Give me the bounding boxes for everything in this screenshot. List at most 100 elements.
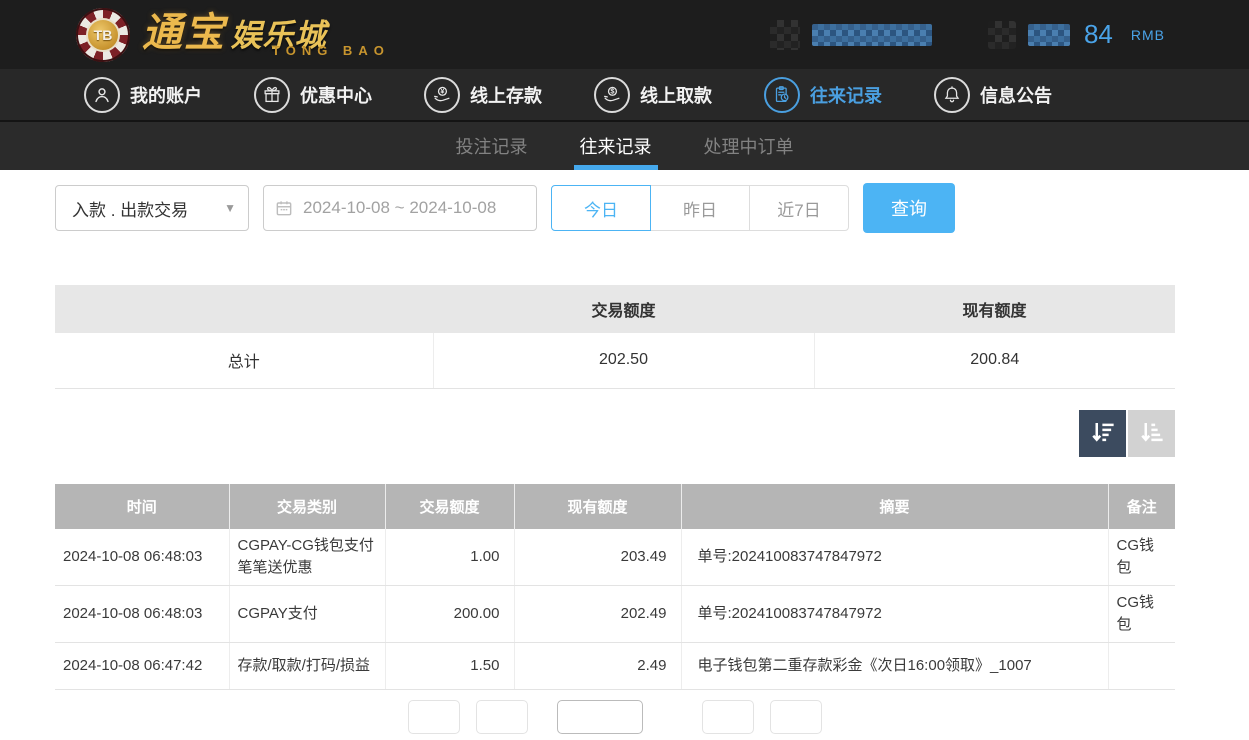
cell-summary: 单号:202410083747847972 [681,529,1108,586]
brand-primary: 通宝 [142,11,226,55]
summary-header-current: 现有额度 [814,285,1175,333]
sort-ascending-icon [1137,418,1167,448]
page-next-button[interactable] [702,700,754,734]
range-last7days-button[interactable]: 近7日 [749,185,849,231]
col-header-type: 交易类别 [229,484,385,529]
nav-item-records[interactable]: 往来记录 [764,77,882,113]
cell-note [1108,642,1175,689]
top-header: TB 通宝 娱乐城 TONG BAO 84 RMB [0,0,1249,69]
brand-text: 通宝 娱乐城 TONG BAO [142,13,390,57]
cell-time: 2024-10-08 06:48:03 [55,529,229,586]
cell-type: 存款/取款/打码/损益 [229,642,385,689]
sort-controls [55,410,1175,457]
cell-amount: 1.50 [385,642,514,689]
cell-time: 2024-10-08 06:48:03 [55,585,229,642]
tab-transaction-records[interactable]: 往来记录 [576,122,656,170]
nav-label: 线上存款 [470,82,542,108]
cell-amount: 1.00 [385,529,514,586]
summary-total-current: 200.84 [814,333,1175,388]
range-label: 今日 [584,196,618,221]
nav-item-promotions[interactable]: 优惠中心 [254,77,372,113]
page-current-button[interactable] [557,700,643,734]
nav-label: 线上取款 [640,82,712,108]
col-header-amount: 交易额度 [385,484,514,529]
casino-chip-icon: TB [76,8,130,62]
nav-item-deposit[interactable]: ¥ 线上存款 [424,77,542,113]
range-label: 昨日 [683,196,717,221]
search-button[interactable]: 查询 [863,183,955,233]
col-header-note: 备注 [1108,484,1175,529]
nav-item-my-account[interactable]: 我的账户 [84,77,202,113]
summary-table: 交易额度 现有额度 总计 202.50 200.84 [55,285,1175,389]
brand-en: TONG BAO [272,44,390,57]
date-range-value: 2024-10-08 ~ 2024-10-08 [303,198,496,218]
cell-time: 2024-10-08 06:47:42 [55,642,229,689]
deposit-icon: ¥ [424,77,460,113]
page-first-button[interactable] [408,700,460,734]
sort-ascending-button[interactable] [1128,410,1175,457]
date-range-input[interactable]: 2024-10-08 ~ 2024-10-08 [263,185,537,231]
sub-nav: 投注记录 往来记录 处理中订单 [0,122,1249,170]
cell-balance: 203.49 [514,529,681,586]
page-prev-button[interactable] [476,700,528,734]
summary-total-row: 总计 202.50 200.84 [55,333,1175,388]
tab-label: 处理中订单 [704,133,794,159]
cell-summary: 单号:202410083747847972 [681,585,1108,642]
user-area: 84 RMB [770,0,1165,69]
sort-descending-icon [1088,418,1118,448]
cell-note: CG钱包 [1108,585,1175,642]
tab-bet-records[interactable]: 投注记录 [452,122,532,170]
currency-label: RMB [1131,27,1165,43]
records-table: 时间 交易类别 交易额度 现有额度 摘要 备注 2024-10-08 06:48… [55,484,1175,690]
records-header-row: 时间 交易类别 交易额度 现有额度 摘要 备注 [55,484,1175,529]
pagination [0,700,1249,740]
cell-note: CG钱包 [1108,529,1175,586]
summary-total-label: 总计 [55,333,433,388]
tab-label: 往来记录 [580,133,652,159]
wallet-icon-redacted [988,21,1016,49]
page-last-button[interactable] [770,700,822,734]
select-value: 入款 . 出款交易 [72,196,188,221]
balance-group[interactable]: 84 RMB [988,19,1165,50]
balance-redacted [1028,24,1070,46]
table-row: 2024-10-08 06:48:03 CGPAY支付 200.00 202.4… [55,585,1175,642]
brand-logo[interactable]: TB 通宝 娱乐城 TONG BAO [76,8,390,62]
summary-total-transaction: 202.50 [433,333,814,388]
col-header-balance: 现有额度 [514,484,681,529]
nav-item-withdraw[interactable]: $ 线上取款 [594,77,712,113]
user-icon [84,77,120,113]
cell-amount: 200.00 [385,585,514,642]
summary-header-transaction: 交易额度 [433,285,814,333]
cell-balance: 2.49 [514,642,681,689]
summary-header-row: 交易额度 现有额度 [55,285,1175,333]
records-icon [764,77,800,113]
range-today-button[interactable]: 今日 [551,185,651,231]
cell-balance: 202.49 [514,585,681,642]
range-yesterday-button[interactable]: 昨日 [650,185,750,231]
nav-label: 我的账户 [130,82,202,108]
username-group[interactable] [770,20,932,50]
nav-label: 优惠中心 [300,82,372,108]
cell-type: CGPAY支付 [229,585,385,642]
summary-header-empty [55,285,433,333]
sort-descending-button[interactable] [1079,410,1126,457]
user-avatar-redacted [770,20,800,50]
range-label: 近7日 [777,196,820,221]
col-header-summary: 摘要 [681,484,1108,529]
bell-icon [934,77,970,113]
cell-summary: 电子钱包第二重存款彩金《次日16:00领取》_1007 [681,642,1108,689]
nav-label: 信息公告 [980,82,1052,108]
col-header-time: 时间 [55,484,229,529]
calendar-icon [274,198,294,218]
transaction-type-select[interactable]: 入款 . 出款交易 ▼ [55,185,249,231]
balance-visible: 84 [1084,19,1113,50]
nav-label: 往来记录 [810,82,882,108]
chevron-down-icon: ▼ [224,201,236,215]
chip-monogram: TB [86,18,120,52]
tab-pending-orders[interactable]: 处理中订单 [700,122,798,170]
withdraw-icon: $ [594,77,630,113]
table-row: 2024-10-08 06:48:03 CGPAY-CG钱包支付笔笔送优惠 1.… [55,529,1175,586]
nav-item-announcements[interactable]: 信息公告 [934,77,1052,113]
quick-range-group: 今日 昨日 近7日 [551,185,849,231]
table-row: 2024-10-08 06:47:42 存款/取款/打码/损益 1.50 2.4… [55,642,1175,689]
